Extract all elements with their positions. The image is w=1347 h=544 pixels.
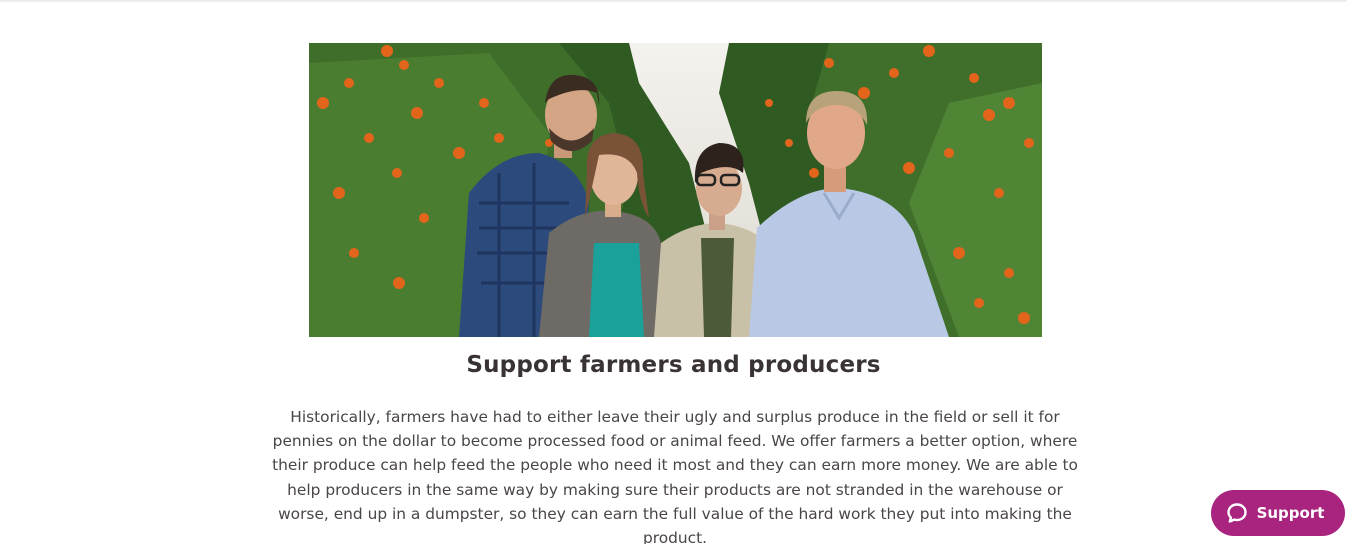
section-paragraph: Historically, farmers have had to either… xyxy=(272,408,1078,544)
hero-image xyxy=(309,43,1042,337)
page: Support farmers and producers Historical… xyxy=(0,0,1347,544)
section-title: Support farmers and producers xyxy=(466,352,881,378)
chat-bubble-icon xyxy=(1226,502,1248,524)
support-chat-button[interactable]: Support xyxy=(1211,490,1345,536)
header-shadow xyxy=(0,0,1347,3)
support-button-label: Support xyxy=(1256,504,1325,522)
